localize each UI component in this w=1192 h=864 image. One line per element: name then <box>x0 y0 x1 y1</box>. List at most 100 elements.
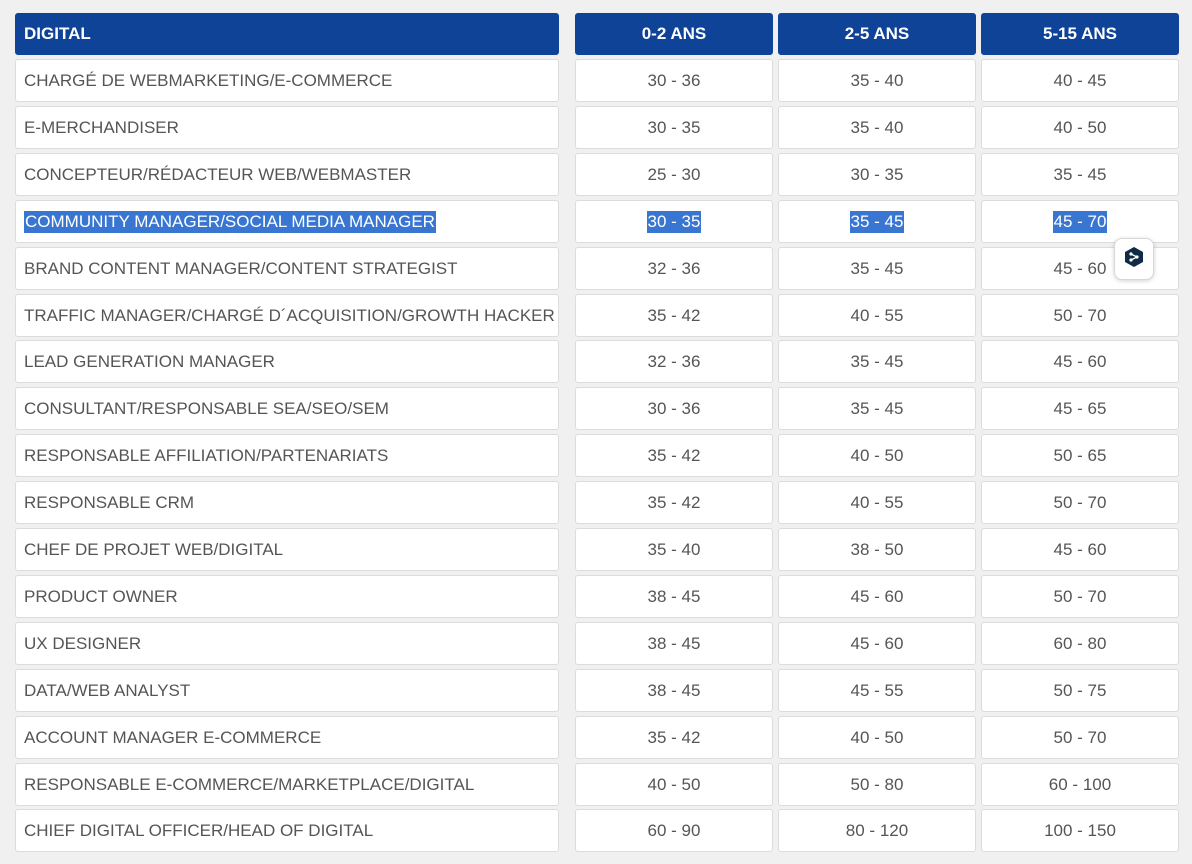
salary-range-cell: 35 - 45 <box>778 340 976 383</box>
salary-range-cell: 30 - 35 <box>575 200 773 243</box>
salary-range-value: 32 - 36 <box>647 351 701 371</box>
salary-range-value: 40 - 50 <box>1053 117 1107 137</box>
row-label: PRODUCT OWNER <box>24 586 178 606</box>
salary-range-cell: 40 - 45 <box>981 59 1179 102</box>
salary-range-cell: 38 - 45 <box>575 575 773 618</box>
salary-range-value: 80 - 120 <box>845 820 909 840</box>
salary-range-value: 35 - 42 <box>647 445 701 465</box>
salary-range-cell: 60 - 90 <box>575 809 773 852</box>
row-label-cell: BRAND CONTENT MANAGER/CONTENT STRATEGIST <box>15 247 559 290</box>
row-label-cell: CHIEF DIGITAL OFFICER/HEAD OF DIGITAL <box>15 809 559 852</box>
salary-range-cell: 45 - 55 <box>778 669 976 712</box>
row-label-cell: CHEF DE PROJET WEB/DIGITAL <box>15 528 559 571</box>
salary-range-value: 50 - 80 <box>850 774 904 794</box>
salary-range-cell: 35 - 45 <box>778 387 976 430</box>
salary-range-value: 38 - 50 <box>850 539 904 559</box>
salary-range-cell: 40 - 55 <box>778 481 976 524</box>
row-label: BRAND CONTENT MANAGER/CONTENT STRATEGIST <box>24 258 458 278</box>
salary-range-value: 38 - 45 <box>647 633 701 653</box>
salary-range-cell: 80 - 120 <box>778 809 976 852</box>
salary-range-value: 50 - 75 <box>1053 680 1107 700</box>
row-label: RESPONSABLE CRM <box>24 492 195 512</box>
salary-range-value: 35 - 42 <box>647 492 701 512</box>
salary-range-value: 40 - 50 <box>850 727 904 747</box>
salary-range-cell: 50 - 70 <box>981 575 1179 618</box>
salary-range-value: 40 - 50 <box>850 445 904 465</box>
salary-range-value: 35 - 42 <box>647 727 701 747</box>
salary-range-value: 30 - 35 <box>850 164 904 184</box>
salary-range-cell: 35 - 42 <box>575 294 773 337</box>
salary-range-value: 40 - 50 <box>647 774 701 794</box>
salary-range-value: 45 - 60 <box>1053 539 1107 559</box>
salary-range-value: 60 - 80 <box>1053 633 1107 653</box>
salary-range-cell: 38 - 50 <box>778 528 976 571</box>
salary-range-value: 50 - 70 <box>1053 492 1107 512</box>
salary-range-value: 35 - 45 <box>850 398 904 418</box>
salary-range-value: 45 - 60 <box>850 633 904 653</box>
header-category-label: DIGITAL <box>24 24 91 43</box>
salary-range-cell: 50 - 70 <box>981 294 1179 337</box>
salary-range-value: 30 - 36 <box>647 398 701 418</box>
salary-range-cell: 50 - 80 <box>778 763 976 806</box>
salary-range-value: 60 - 100 <box>1048 774 1112 794</box>
header-column-label: 0-2 ANS <box>641 24 707 43</box>
salary-range-cell: 40 - 55 <box>778 294 976 337</box>
salary-range-value: 40 - 45 <box>1053 70 1107 90</box>
salary-range-cell: 45 - 60 <box>981 528 1179 571</box>
header-column-cell: 2-5 ANS <box>778 13 976 55</box>
translator-extension-button[interactable] <box>1114 238 1154 280</box>
row-label: RESPONSABLE E-COMMERCE/MARKETPLACE/DIGIT… <box>24 774 475 794</box>
salary-range-value: 45 - 60 <box>850 586 904 606</box>
salary-range-cell: 30 - 36 <box>575 59 773 102</box>
salary-range-value: 50 - 70 <box>1053 727 1107 747</box>
salary-range-cell: 40 - 50 <box>778 434 976 477</box>
header-column-cell: 5-15 ANS <box>981 13 1179 55</box>
row-label: CHEF DE PROJET WEB/DIGITAL <box>24 539 284 559</box>
salary-range-value: 40 - 55 <box>850 492 904 512</box>
row-label: UX DESIGNER <box>24 633 142 653</box>
row-label: E-MERCHANDISER <box>24 117 179 137</box>
header-column-label: 2-5 ANS <box>844 24 910 43</box>
salary-range-value: 45 - 60 <box>1053 351 1107 371</box>
row-label-cell: PRODUCT OWNER <box>15 575 559 618</box>
salary-range-value: 38 - 45 <box>647 586 701 606</box>
salary-range-cell: 45 - 65 <box>981 387 1179 430</box>
salary-range-cell: 50 - 65 <box>981 434 1179 477</box>
row-label: CONCEPTEUR/RÉDACTEUR WEB/WEBMASTER <box>24 164 412 184</box>
row-label-cell: COMMUNITY MANAGER/SOCIAL MEDIA MANAGER <box>15 200 559 243</box>
salary-range-cell: 45 - 60 <box>981 340 1179 383</box>
row-label-cell: CONSULTANT/RESPONSABLE SEA/SEO/SEM <box>15 387 559 430</box>
salary-range-cell: 32 - 36 <box>575 247 773 290</box>
salary-range-value: 50 - 70 <box>1053 586 1107 606</box>
deepl-logo-icon <box>1123 246 1145 273</box>
salary-range-cell: 35 - 42 <box>575 481 773 524</box>
salary-range-cell: 38 - 45 <box>575 622 773 665</box>
salary-range-value: 38 - 45 <box>647 680 701 700</box>
salary-range-value: 45 - 55 <box>850 680 904 700</box>
row-label-cell: TRAFFIC MANAGER/CHARGÉ D´ACQUISITION/GRO… <box>15 294 559 337</box>
salary-range-cell: 35 - 45 <box>778 247 976 290</box>
salary-range-cell: 30 - 35 <box>575 106 773 149</box>
salary-range-value: 50 - 65 <box>1053 445 1107 465</box>
salary-range-value: 30 - 35 <box>647 117 701 137</box>
salary-range-cell: 35 - 40 <box>575 528 773 571</box>
salary-range-cell: 50 - 70 <box>981 716 1179 759</box>
row-label: RESPONSABLE AFFILIATION/PARTENARIATS <box>24 445 389 465</box>
salary-range-value: 40 - 55 <box>850 305 904 325</box>
row-label: DATA/WEB ANALYST <box>24 680 191 700</box>
salary-range-value: 35 - 40 <box>850 70 904 90</box>
salary-range-value: 35 - 40 <box>850 117 904 137</box>
row-label: LEAD GENERATION MANAGER <box>24 351 275 371</box>
salary-range-value: 60 - 90 <box>647 820 701 840</box>
salary-range-cell: 40 - 50 <box>575 763 773 806</box>
salary-range-cell: 40 - 50 <box>981 106 1179 149</box>
row-label: CONSULTANT/RESPONSABLE SEA/SEO/SEM <box>24 398 389 418</box>
salary-range-cell: 40 - 50 <box>778 716 976 759</box>
row-label-cell: RESPONSABLE CRM <box>15 481 559 524</box>
row-label-cell: RESPONSABLE E-COMMERCE/MARKETPLACE/DIGIT… <box>15 763 559 806</box>
salary-range-value: 35 - 45 <box>849 210 905 233</box>
salary-range-value: 35 - 40 <box>647 539 701 559</box>
salary-range-value: 45 - 70 <box>1052 210 1108 233</box>
salary-range-cell: 50 - 70 <box>981 481 1179 524</box>
salary-range-cell: 45 - 60 <box>778 622 976 665</box>
